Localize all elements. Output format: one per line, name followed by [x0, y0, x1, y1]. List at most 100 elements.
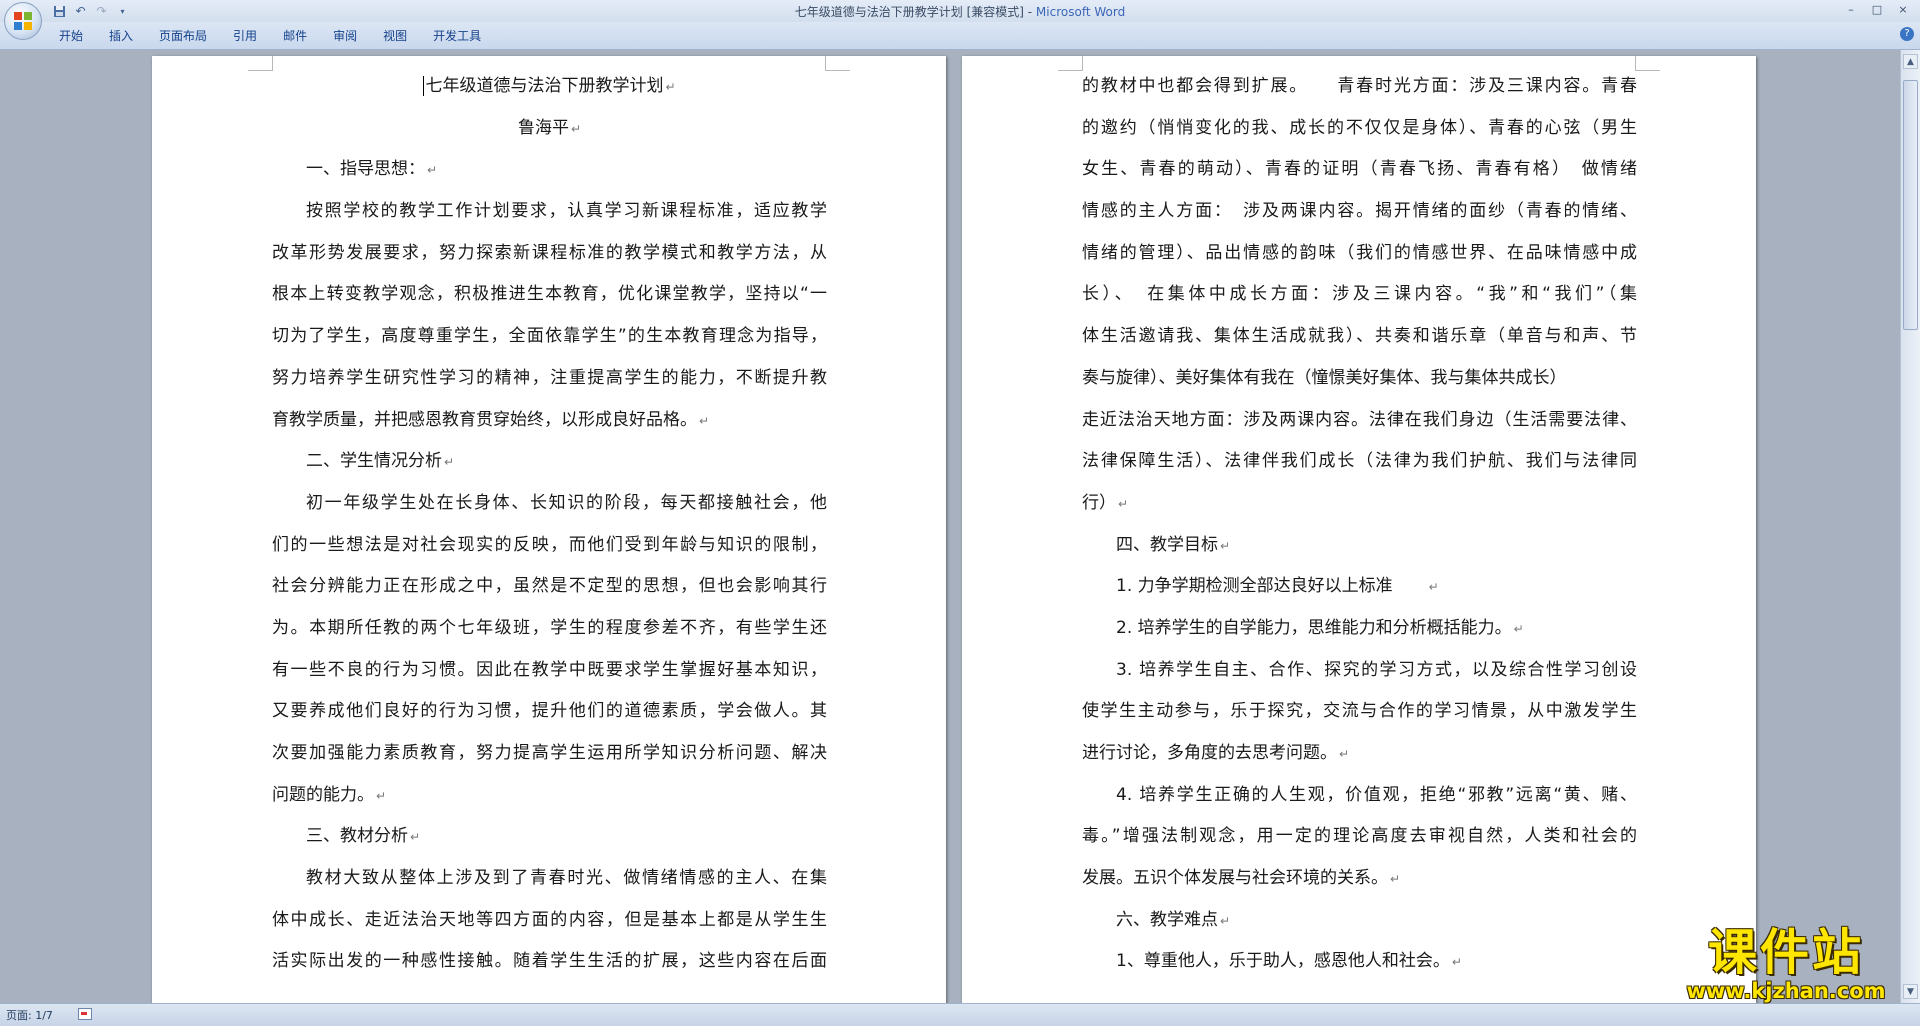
line-text: 切为了学生，高度尊重学生，全面依靠学生”的生本教育理念为指导，: [272, 326, 827, 347]
line-text: 的教材中也都会得到扩展。 青春时光方面：涉及三课内容。青春: [1082, 76, 1637, 96]
page-count-status[interactable]: 页面: 1/7: [6, 1007, 53, 1023]
text-line: 育教学质量，并把感恩教育贯穿始终，以形成良好品格。 ↵: [272, 400, 827, 442]
proofing-status-icon[interactable]: [78, 1008, 92, 1020]
line-text: 长）、 在集体中成长方面：涉及三课内容。“我”和“我们”（集: [1082, 284, 1637, 305]
tab-review[interactable]: 审阅: [320, 28, 370, 44]
line-text: 4. 培养学生正确的人生观，价值观，拒绝“邪教”远离“黄、赌、: [1116, 784, 1637, 805]
line-text: 女生、青春的萌动）、青春的证明（青春飞扬、青春有格） 做情绪: [1082, 159, 1637, 180]
line-text: 鲁海平: [517, 117, 569, 138]
paragraph-mark-icon: ↵: [1428, 580, 1439, 595]
maximize-button[interactable]: □: [1864, 0, 1890, 18]
tab-home[interactable]: 开始: [46, 28, 96, 44]
text-line: 2. 培养学生的自学能力，思维能力和分析概括能力。 ↵: [1082, 608, 1637, 650]
text-line: 使学生主动参与，乐于探究，交流与合作的学习情景，从中激发学生: [1082, 691, 1637, 733]
line-text: 按照学校的教学工作计划要求，认真学习新课程标准，适应教学: [306, 201, 827, 222]
text-line: 问题的能力。 ↵: [272, 775, 827, 817]
text-line: 奏与旋律）、美好集体有我在（憧憬美好集体、我与集体共成长）: [1082, 358, 1637, 400]
line-text: 行）: [1082, 492, 1116, 513]
text-line: 次要加强能力素质教育，努力提高学生运用所学知识分析问题、解决: [272, 733, 827, 775]
paragraph-mark-icon: ↵: [1220, 913, 1231, 928]
document-area[interactable]: 七年级道德与法治下册教学计划 ↵ 鲁海平 ↵ 一、指导思想： ↵ 按照学校的教学工作计划要求…: [0, 50, 1900, 1003]
paragraph-mark-icon: ↵: [427, 163, 438, 178]
office-logo-icon: [14, 12, 32, 30]
scroll-thumb[interactable]: [1903, 80, 1918, 330]
paragraph-mark-icon: ↵: [665, 80, 676, 94]
paragraph-mark-icon: ↵: [376, 788, 387, 803]
paragraph-mark-icon: ↵: [1118, 496, 1129, 511]
line-text: 次要加强能力素质教育，努力提高学生运用所学知识分析问题、解决: [272, 743, 827, 763]
text-line: 有一些不良的行为习惯。因此在教学中既要求学生掌握好基本知识，: [272, 650, 827, 692]
line-text: 体中成长、走近法治天地等四方面的内容，但是基本上都是从学生生: [272, 909, 827, 930]
tab-references[interactable]: 引用: [220, 28, 270, 44]
text-line: 们的一些想法是对社会现实的反映，而他们受到年龄与知识的限制，: [272, 525, 827, 567]
paragraph-mark-icon: ↵: [444, 455, 455, 470]
line-text: 进行讨论，多角度的去思考问题。: [1082, 743, 1337, 763]
line-text: 六、教学难点: [1116, 909, 1218, 930]
text-line: 体中成长、走近法治天地等四方面的内容，但是基本上都是从学生生: [272, 900, 827, 942]
line-text: 一、指导思想：: [306, 159, 425, 180]
line-text: 走近法治天地方面：涉及两课内容。法律在我们身边（生活需要法律、: [1082, 409, 1637, 430]
line-text: 体生活邀请我、集体生活成就我）、共奏和谐乐章（单音与和声、节: [1082, 326, 1637, 347]
tab-view[interactable]: 视图: [370, 28, 420, 44]
tab-developer[interactable]: 开发工具: [420, 28, 494, 44]
line-text: 情绪的管理）、品出情感的韵味（我们的情感世界、在品味情感中成: [1082, 242, 1637, 263]
status-bar: 页面: 1/7: [0, 1003, 1920, 1026]
tab-mailings[interactable]: 邮件: [270, 28, 320, 44]
line-text: 教材大致从整体上涉及到了青春时光、做情绪情感的主人、在集: [306, 868, 827, 889]
line-text: 三、教材分析: [306, 826, 408, 847]
margin-corner-mark: [1635, 56, 1660, 71]
line-text: 发展。五识个体发展与社会环境的关系。: [1082, 868, 1388, 889]
paragraph-mark-icon: ↵: [1513, 621, 1524, 636]
line-text: 3. 培养学生自主、合作、探究的学习方式，以及综合性学习创设: [1116, 659, 1637, 680]
text-line: 1. 力争学期检测全部达良好以上标准 ↵: [1082, 566, 1637, 608]
help-icon[interactable]: ?: [1900, 27, 1914, 41]
line-text: 毒。”增强法制观念，用一定的理论高度去审视自然，人类和社会的: [1082, 826, 1637, 847]
line-text: 育教学质量，并把感恩教育贯穿始终，以形成良好品格。: [272, 409, 697, 430]
document-page-1[interactable]: 七年级道德与法治下册教学计划 ↵ 鲁海平 ↵ 一、指导思想： ↵ 按照学校的教学工作计划要求…: [152, 56, 946, 1003]
text-line: 行） ↵: [1082, 483, 1637, 525]
tab-insert[interactable]: 插入: [96, 28, 146, 44]
page-1-text[interactable]: 七年级道德与法治下册教学计划 ↵ 鲁海平 ↵ 一、指导思想： ↵ 按照学校的教学工作计划要求…: [272, 66, 827, 983]
watermark-logo: 课件站 www.kjzhan.com: [1668, 926, 1904, 1003]
paragraph-mark-icon: ↵: [410, 830, 421, 845]
text-line: 教材大致从整体上涉及到了青春时光、做情绪情感的主人、在集: [272, 858, 827, 900]
scroll-up-button[interactable]: ▲: [1903, 54, 1918, 69]
text-line: 鲁海平 ↵: [272, 108, 827, 150]
text-line: 一、指导思想： ↵: [272, 149, 827, 191]
text-line: 二、学生情况分析 ↵: [272, 441, 827, 483]
page-2-text[interactable]: 的教材中也都会得到扩展。 青春时光方面：涉及三课内容。青春 的邀约（悄悄变化的我、…: [1082, 66, 1637, 983]
text-line: 社会分辨能力正在形成之中，虽然是不定型的思想，但也会影响其行: [272, 566, 827, 608]
text-line: 根本上转变教学观念，积极推进生本教育，优化课堂教学，坚持以“一: [272, 274, 827, 316]
margin-corner-mark: [1058, 56, 1083, 71]
text-line: 又要养成他们良好的行为习惯，提升他们的道德素质，学会做人。其: [272, 691, 827, 733]
text-line: 发展。五识个体发展与社会环境的关系。 ↵: [1082, 858, 1637, 900]
text-line: 按照学校的教学工作计划要求，认真学习新课程标准，适应教学: [272, 191, 827, 233]
text-line: 3. 培养学生自主、合作、探究的学习方式，以及综合性学习创设: [1082, 650, 1637, 692]
scroll-down-button[interactable]: ▼: [1903, 984, 1918, 999]
office-button[interactable]: [4, 2, 42, 40]
document-page-2[interactable]: 的教材中也都会得到扩展。 青春时光方面：涉及三课内容。青春 的邀约（悄悄变化的我、…: [962, 56, 1756, 1003]
text-line: 四、教学目标 ↵: [1082, 525, 1637, 567]
margin-corner-mark: [825, 56, 850, 71]
line-text: 改革形势发展要求，努力探索新课程标准的教学模式和教学方法，从: [272, 242, 827, 263]
line-text: 又要养成他们良好的行为习惯，提升他们的道德素质，学会做人。其: [272, 701, 827, 722]
text-line: 情绪的管理）、品出情感的韵味（我们的情感世界、在品味情感中成: [1082, 233, 1637, 275]
text-line: 1、尊重他人，乐于助人，感恩他人和社会。 ↵: [1082, 941, 1637, 983]
text-line: 七年级道德与法治下册教学计划 ↵: [272, 66, 827, 108]
title-bar: ↶ ↷ ▾ 七年级道德与法治下册教学计划 [兼容模式] - Microsoft …: [0, 0, 1920, 22]
paragraph-mark-icon: ↵: [699, 413, 710, 428]
line-text: 1、尊重他人，乐于助人，感恩他人和社会。: [1116, 951, 1450, 972]
line-text: 使学生主动参与，乐于探究，交流与合作的学习情景，从中激发学生: [1082, 701, 1637, 722]
minimize-button[interactable]: –: [1838, 0, 1864, 18]
window-title: 七年级道德与法治下册教学计划 [兼容模式] - Microsoft Word: [794, 5, 1126, 19]
text-line: 六、教学难点 ↵: [1082, 900, 1637, 942]
tab-page-layout[interactable]: 页面布局: [146, 28, 220, 44]
paragraph-mark-icon: ↵: [1451, 955, 1462, 970]
vertical-scrollbar[interactable]: ▲ ▼: [1900, 50, 1920, 1003]
close-button[interactable]: ×: [1890, 0, 1916, 18]
text-line: 走近法治天地方面：涉及两课内容。法律在我们身边（生活需要法律、: [1082, 400, 1637, 442]
line-text: 们的一些想法是对社会现实的反映，而他们受到年龄与知识的限制，: [272, 534, 827, 555]
margin-corner-mark: [248, 56, 273, 71]
watermark-url: www.kjzhan.com: [1686, 979, 1886, 1003]
text-line: 三、教材分析 ↵: [272, 816, 827, 858]
